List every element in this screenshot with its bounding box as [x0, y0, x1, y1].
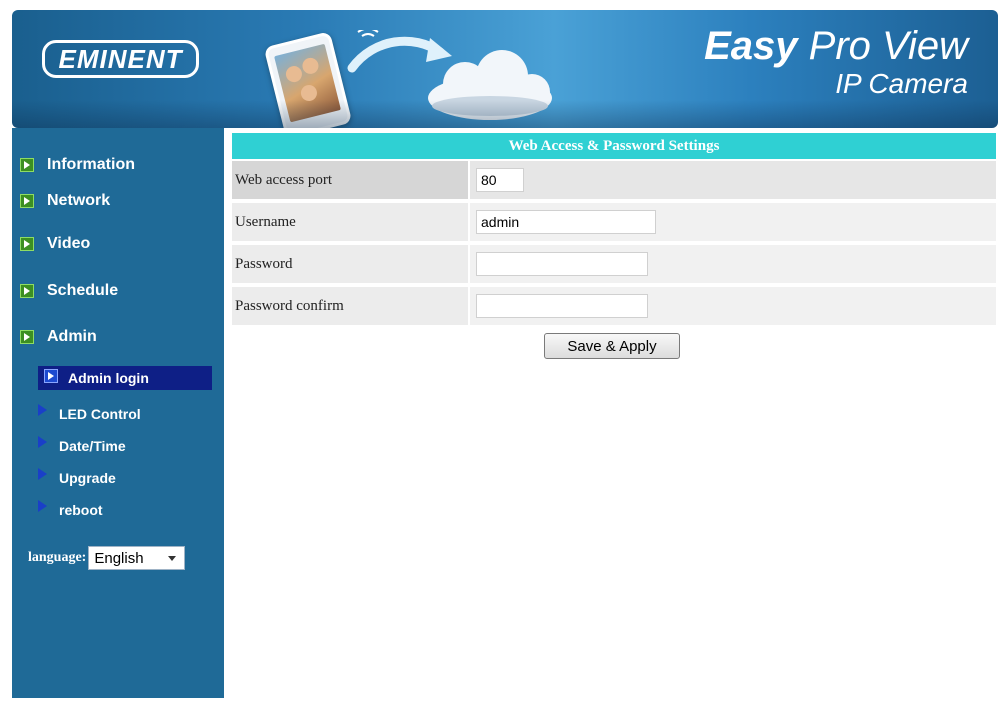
sidebar-item-admin[interactable]: Admin	[20, 326, 97, 348]
subnav-item-label: Date/Time	[59, 438, 126, 454]
subnav-item-date-time[interactable]: Date/Time	[38, 434, 126, 458]
chevron-down-icon	[168, 555, 177, 561]
save-apply-button[interactable]: Save & Apply	[544, 333, 680, 359]
sidebar-item-label: Network	[47, 192, 111, 209]
field-value-cell: 80	[470, 161, 996, 199]
field-label: Password confirm	[232, 287, 468, 325]
form-row-password-confirm: Password confirm	[232, 287, 996, 325]
sidebar-item-schedule[interactable]: Schedule	[20, 280, 118, 302]
subnav-item-label: LED Control	[59, 406, 141, 422]
triangle-right-icon	[38, 468, 47, 480]
field-label: Password	[232, 245, 468, 283]
play-icon	[20, 237, 34, 251]
logo-text: EMINENT	[58, 43, 183, 74]
sidebar-item-video[interactable]: Video	[20, 233, 90, 255]
eminent-logo: EMINENT	[42, 40, 199, 78]
sidebar: Information Network Video Schedule Admin…	[12, 128, 224, 698]
subnav-item-upgrade[interactable]: Upgrade	[38, 466, 116, 490]
field-label: Web access port	[232, 161, 468, 199]
username-input[interactable]: admin	[476, 210, 656, 234]
subnav-item-admin-login[interactable]: Admin login	[38, 366, 212, 390]
subnav-item-label: reboot	[59, 502, 103, 518]
language-value: English	[94, 549, 144, 567]
cloud-icon	[428, 50, 552, 120]
sidebar-item-label: Admin	[47, 328, 97, 345]
subnav-item-label: Upgrade	[59, 470, 116, 486]
language-label: language:	[28, 550, 87, 565]
language-select[interactable]: English	[88, 546, 186, 570]
field-label: Username	[232, 203, 468, 241]
triangle-right-icon	[38, 500, 47, 512]
play-icon	[44, 369, 58, 383]
sidebar-item-label: Video	[47, 235, 91, 252]
play-icon	[20, 284, 34, 298]
password-confirm-input[interactable]	[476, 294, 648, 318]
subnav-item-led-control[interactable]: LED Control	[38, 402, 141, 426]
play-icon	[20, 330, 34, 344]
field-value-cell	[470, 245, 996, 283]
play-icon	[20, 158, 34, 172]
subnav-item-label: Admin login	[68, 370, 149, 386]
language-selector: language: English	[28, 546, 186, 570]
sidebar-item-information[interactable]: Information	[20, 154, 135, 176]
brand-pro-view: Pro View	[797, 24, 968, 68]
web-access-port-input[interactable]: 80	[476, 168, 524, 192]
field-value-cell	[470, 287, 996, 325]
sidebar-item-label: Schedule	[47, 282, 119, 299]
password-input[interactable]	[476, 252, 648, 276]
phone-photo-icon	[263, 31, 353, 128]
form-row-username: Username admin	[232, 203, 996, 241]
brand-subtitle: IP Camera	[835, 68, 968, 99]
form-row-password: Password	[232, 245, 996, 283]
sidebar-item-network[interactable]: Network	[20, 190, 110, 212]
play-icon	[20, 194, 34, 208]
field-value-cell: admin	[470, 203, 996, 241]
subnav-item-reboot[interactable]: reboot	[38, 498, 103, 522]
form-row-web-access-port: Web access port 80	[232, 161, 996, 199]
triangle-right-icon	[38, 436, 47, 448]
form-title: Web Access & Password Settings	[232, 133, 996, 159]
header-banner: EMINENT Easy Pro View IP Camera	[12, 10, 998, 128]
brand-easy: Easy	[704, 24, 798, 68]
brand-title: Easy Pro View IP Camera	[704, 24, 968, 100]
sidebar-item-label: Information	[47, 156, 135, 173]
triangle-right-icon	[38, 404, 47, 416]
